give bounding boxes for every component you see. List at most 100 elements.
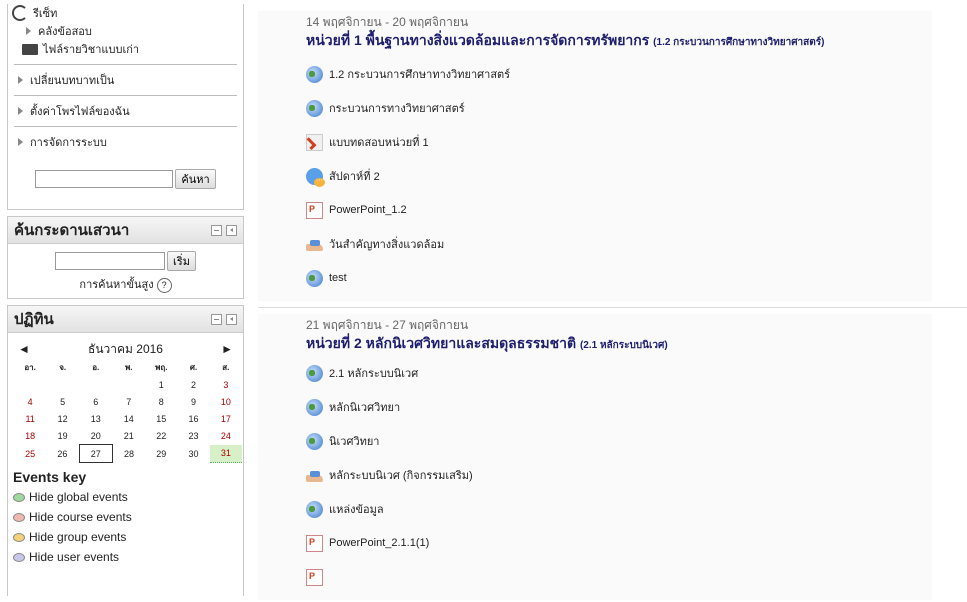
calendar-day[interactable]: 2	[177, 376, 209, 393]
check-icon	[306, 133, 323, 151]
activity-link[interactable]: PowerPoint_2.1.1(1)	[306, 526, 932, 560]
calendar-day[interactable]: 14	[112, 410, 145, 427]
course-section: 21 พฤศจิกายน - 27 พฤศจิกายน หน่วยที่ 2 หล…	[258, 314, 967, 600]
calendar-day[interactable]: 13	[79, 410, 112, 427]
calendar-day[interactable]: 28	[112, 445, 145, 463]
ppt-icon	[306, 568, 323, 586]
calendar-title: ปฏิทิน	[14, 311, 54, 328]
eye-icon	[13, 512, 25, 522]
activity-label: แบบทดสอบหน่วยที่ 1	[329, 137, 429, 149]
calendar-month[interactable]: ธันวาคม 2016	[88, 340, 163, 359]
calendar-day[interactable]: 29	[145, 445, 177, 463]
activity-label: หลักระบบนิเวศ (กิจกรรมเสริม)	[329, 470, 473, 482]
activity-link[interactable]: แหล่งข้อมูล	[306, 492, 932, 526]
calendar-day	[46, 376, 79, 393]
activity-link[interactable]: test	[306, 261, 932, 295]
events-key-item[interactable]: Hide user events	[8, 547, 243, 567]
calendar-day[interactable]: 1	[145, 376, 177, 393]
calendar-day[interactable]: 27	[78, 444, 113, 463]
calendar-day[interactable]: 23	[177, 427, 209, 445]
calendar-day[interactable]: 9	[177, 393, 209, 410]
legacy-files-link[interactable]: ไฟล์รายวิชาแบบเก่า	[8, 40, 243, 58]
calendar-day[interactable]: 30	[177, 445, 209, 463]
events-key-label: Hide user events	[29, 550, 120, 564]
calendar-day[interactable]: 4	[14, 393, 46, 410]
folder-icon	[22, 43, 38, 55]
activity-link[interactable]: 1.2 กระบวนการศึกษาทางวิทยาศาสตร์	[306, 57, 932, 91]
dock-icon[interactable]	[226, 313, 237, 325]
activity-link[interactable]: กระบวนการทางวิทยาศาสตร์	[306, 91, 932, 125]
admin-search: ค้นหา	[8, 169, 243, 189]
collapse-icon[interactable]	[211, 224, 222, 236]
calendar-day[interactable]: 8	[145, 393, 177, 410]
activity-link[interactable]: วันสำคัญทางสิ่งแวดล้อม	[306, 227, 932, 261]
calendar-day[interactable]: 12	[46, 410, 79, 427]
calendar-day[interactable]: 19	[46, 427, 79, 445]
events-key-item[interactable]: Hide course events	[8, 507, 243, 527]
activity-link[interactable]: PowerPoint_1.2	[306, 193, 932, 227]
forum-search-go-button[interactable]: เริ่ม	[167, 251, 196, 271]
expand-arrow-icon	[26, 27, 31, 35]
calendar-day[interactable]: 24	[210, 427, 242, 445]
prev-month-icon[interactable]: ◄	[18, 342, 30, 356]
course-section: 14 พฤศจิกายน - 20 พฤศจิกายน หน่วยที่ 1 พื…	[258, 11, 967, 301]
collapse-icon[interactable]	[211, 313, 222, 325]
expand-arrow-icon	[18, 76, 23, 84]
globe-icon	[306, 269, 323, 287]
calendar-day[interactable]: 10	[210, 393, 242, 410]
profile-settings-link[interactable]: ตั้งค่าโพรไฟล์ของฉัน	[8, 96, 243, 126]
advanced-search-link[interactable]: การค้นหาขั้นสูง?	[8, 275, 243, 293]
forum-search-input[interactable]	[55, 252, 166, 270]
calendar-day[interactable]: 17	[210, 410, 242, 427]
calendar-day[interactable]: 15	[145, 410, 177, 427]
activity-link[interactable]: สัปดาห์ที่ 2	[306, 159, 932, 193]
activity-label: แหล่งข้อมูล	[329, 504, 384, 516]
activity-label: กระบวนการทางวิทยาศาสตร์	[329, 103, 465, 115]
activity-link[interactable]: แบบทดสอบหน่วยที่ 1	[306, 125, 932, 159]
admin-search-button[interactable]: ค้นหา	[175, 169, 216, 189]
navigation-block: รีเซ็ท คลังข้อสอบ ไฟล์รายวิชาแบบเก่า เปล…	[7, 4, 244, 210]
section-title-text: หน่วยที่ 2 หลักนิเวศวิทยาและสมดุลธรรมชาต…	[306, 335, 577, 351]
calendar-day[interactable]: 6	[79, 393, 112, 410]
activity-link[interactable]: หลักระบบนิเวศ (กิจกรรมเสริม)	[306, 458, 932, 492]
reset-link[interactable]: รีเซ็ท	[8, 4, 243, 22]
switch-role-link[interactable]: เปลี่ยนบทบาทเป็น	[8, 65, 243, 95]
next-month-icon[interactable]: ►	[221, 342, 233, 356]
calendar-day[interactable]: 21	[112, 427, 145, 445]
activity-label: PowerPoint_2.1.1(1)	[329, 537, 430, 549]
weekday-header: ส.	[222, 363, 230, 372]
help-icon[interactable]: ?	[156, 277, 172, 293]
calendar-day[interactable]: 7	[112, 393, 145, 410]
dock-icon[interactable]	[226, 224, 237, 236]
calendar-day[interactable]: 31	[209, 444, 242, 463]
activity-link[interactable]: นิเวศวิทยา	[306, 424, 932, 458]
admin-search-input[interactable]	[35, 170, 174, 188]
section-title: หน่วยที่ 1 พื้นฐานทางสิ่งแวดล้อมและการจั…	[306, 32, 932, 51]
events-key-label: Hide group events	[29, 530, 127, 544]
activity-link[interactable]: 2.1 หลักระบบนิเวศ	[306, 356, 932, 390]
calendar-day[interactable]: 18	[14, 427, 46, 445]
events-key-item[interactable]: Hide group events	[8, 527, 243, 547]
calendar-day[interactable]: 16	[177, 410, 209, 427]
activity-link[interactable]	[306, 560, 932, 594]
calendar-day[interactable]: 3	[210, 376, 242, 393]
calendar-day[interactable]: 5	[46, 393, 79, 410]
site-admin-link[interactable]: การจัดการระบบ	[8, 127, 243, 157]
events-key-label: Hide global events	[29, 490, 128, 504]
activity-label: หลักนิเวศวิทยา	[329, 402, 401, 414]
globe-icon	[306, 364, 323, 382]
calendar-day[interactable]: 11	[14, 410, 46, 427]
question-bank-link[interactable]: คลังข้อสอบ	[8, 22, 243, 40]
calendar-grid: อา. จ. อ. พ. พฤ. ศ. ส. 1 2 3 4 5 6 7 8 9 10 11 12 13 14 15 16…	[14, 359, 242, 463]
calendar-day[interactable]: 22	[145, 427, 177, 445]
section-title-text: หน่วยที่ 1 พื้นฐานทางสิ่งแวดล้อมและการจั…	[306, 32, 650, 48]
activity-link[interactable]: หลักนิเวศวิทยา	[306, 390, 932, 424]
calendar-day[interactable]: 20	[79, 427, 112, 445]
calendar-day[interactable]: 25	[14, 445, 46, 463]
weekday-header: พฤ.	[155, 363, 168, 372]
globe-icon	[306, 398, 323, 416]
globe-icon	[306, 432, 323, 450]
calendar-day[interactable]: 26	[46, 445, 79, 463]
events-key-item[interactable]: Hide global events	[8, 487, 243, 507]
calendar-nav: ◄ ธันวาคม 2016 ►	[8, 339, 243, 359]
